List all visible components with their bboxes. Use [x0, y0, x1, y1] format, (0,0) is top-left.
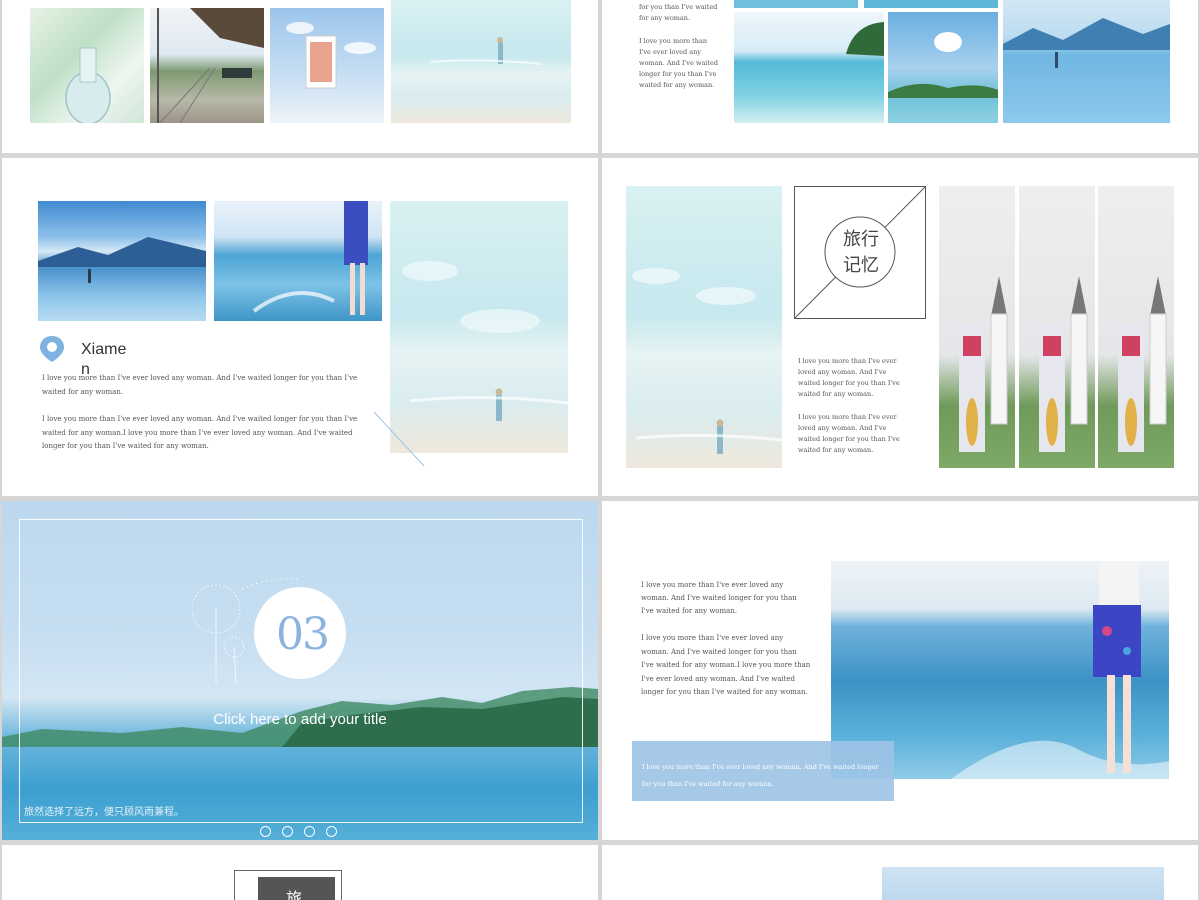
- photo-bottle: [30, 8, 144, 123]
- pagination-dot-1[interactable]: [260, 826, 271, 837]
- photo-beach-girl: [391, 0, 571, 123]
- caption-box: I love you more than I've ever loved any…: [632, 741, 894, 801]
- title-block: 旅: [258, 877, 335, 900]
- decor-diagonal-line: [373, 411, 425, 467]
- photo-sky-strip: [882, 867, 1164, 900]
- slide-section-03[interactable]: 03 Click here to add your title 旅然选择了远方，…: [2, 501, 598, 840]
- caption-text: I love you more than I've ever loved any…: [642, 763, 879, 788]
- section-title[interactable]: Click here to add your title: [198, 711, 402, 728]
- photo-beach-vertical: [626, 186, 782, 468]
- slide-collage-top-left[interactable]: [2, 0, 598, 153]
- memory-title-line2: 记忆: [843, 255, 879, 276]
- slide-bottom-left[interactable]: 旅: [2, 845, 598, 900]
- photo-lighthouse-1: [939, 186, 1015, 468]
- paragraph-1: I love you more than I've ever loved any…: [42, 374, 358, 396]
- photo-sea-strip: [734, 0, 858, 8]
- title-char: 旅: [286, 889, 303, 900]
- photo-coast-cloud: [888, 12, 998, 123]
- section-subtitle: 旅然选择了远方，便只顾风雨兼程。: [24, 807, 184, 818]
- paragraph-2: I love you more than I've ever loved any…: [641, 634, 811, 696]
- slide-bottom-right[interactable]: [602, 845, 1198, 900]
- paragraph-1: I love you more than I've ever loved any…: [641, 581, 797, 615]
- paragraph-1: I love you more than I've ever loved any…: [639, 37, 719, 89]
- pagination-dot-4[interactable]: [326, 826, 337, 837]
- memory-title: 旅行 记忆: [826, 227, 896, 279]
- section-number: 03: [276, 609, 330, 660]
- photo-sea-strip-2: [864, 0, 998, 8]
- slide-girl-waves[interactable]: I love you more than I've ever loved any…: [602, 501, 1198, 840]
- place-name-line1: Xiame: [81, 341, 127, 358]
- photo-sky-poster: [270, 8, 384, 123]
- paragraph-2: I love you more than I've ever loved any…: [42, 415, 358, 450]
- slide-travel-memory[interactable]: 旅行 记忆 I love you more than I've ever lov…: [602, 158, 1198, 496]
- pagination-dot-2[interactable]: [282, 826, 293, 837]
- slide-collage-top-right[interactable]: for you than I've waited for any woman. …: [602, 0, 1198, 153]
- paragraph-1: I love you more than I've ever loved any…: [798, 357, 900, 398]
- photo-lighthouse-2: [1019, 186, 1095, 468]
- photo-girl-in-waves: [214, 201, 382, 321]
- slide-xiamen[interactable]: Xiame n I love you more than I've ever l…: [2, 158, 598, 496]
- title-frame: 旅行 记忆: [794, 186, 926, 319]
- paragraph-0: for you than I've waited for any woman.: [639, 3, 718, 22]
- location-pin-icon: [40, 336, 64, 362]
- pagination-dot-3[interactable]: [304, 826, 315, 837]
- memory-title-line1: 旅行: [843, 229, 879, 250]
- photo-lighthouse-3: [1098, 186, 1174, 468]
- photo-island-sea: [734, 12, 884, 123]
- pagination-dots[interactable]: [260, 826, 340, 838]
- photo-mountain-lake: [38, 201, 206, 321]
- photo-lake-mountain: [1003, 0, 1170, 123]
- paragraph-2: I love you more than I've ever loved any…: [798, 413, 900, 454]
- photo-train-station: [150, 8, 264, 123]
